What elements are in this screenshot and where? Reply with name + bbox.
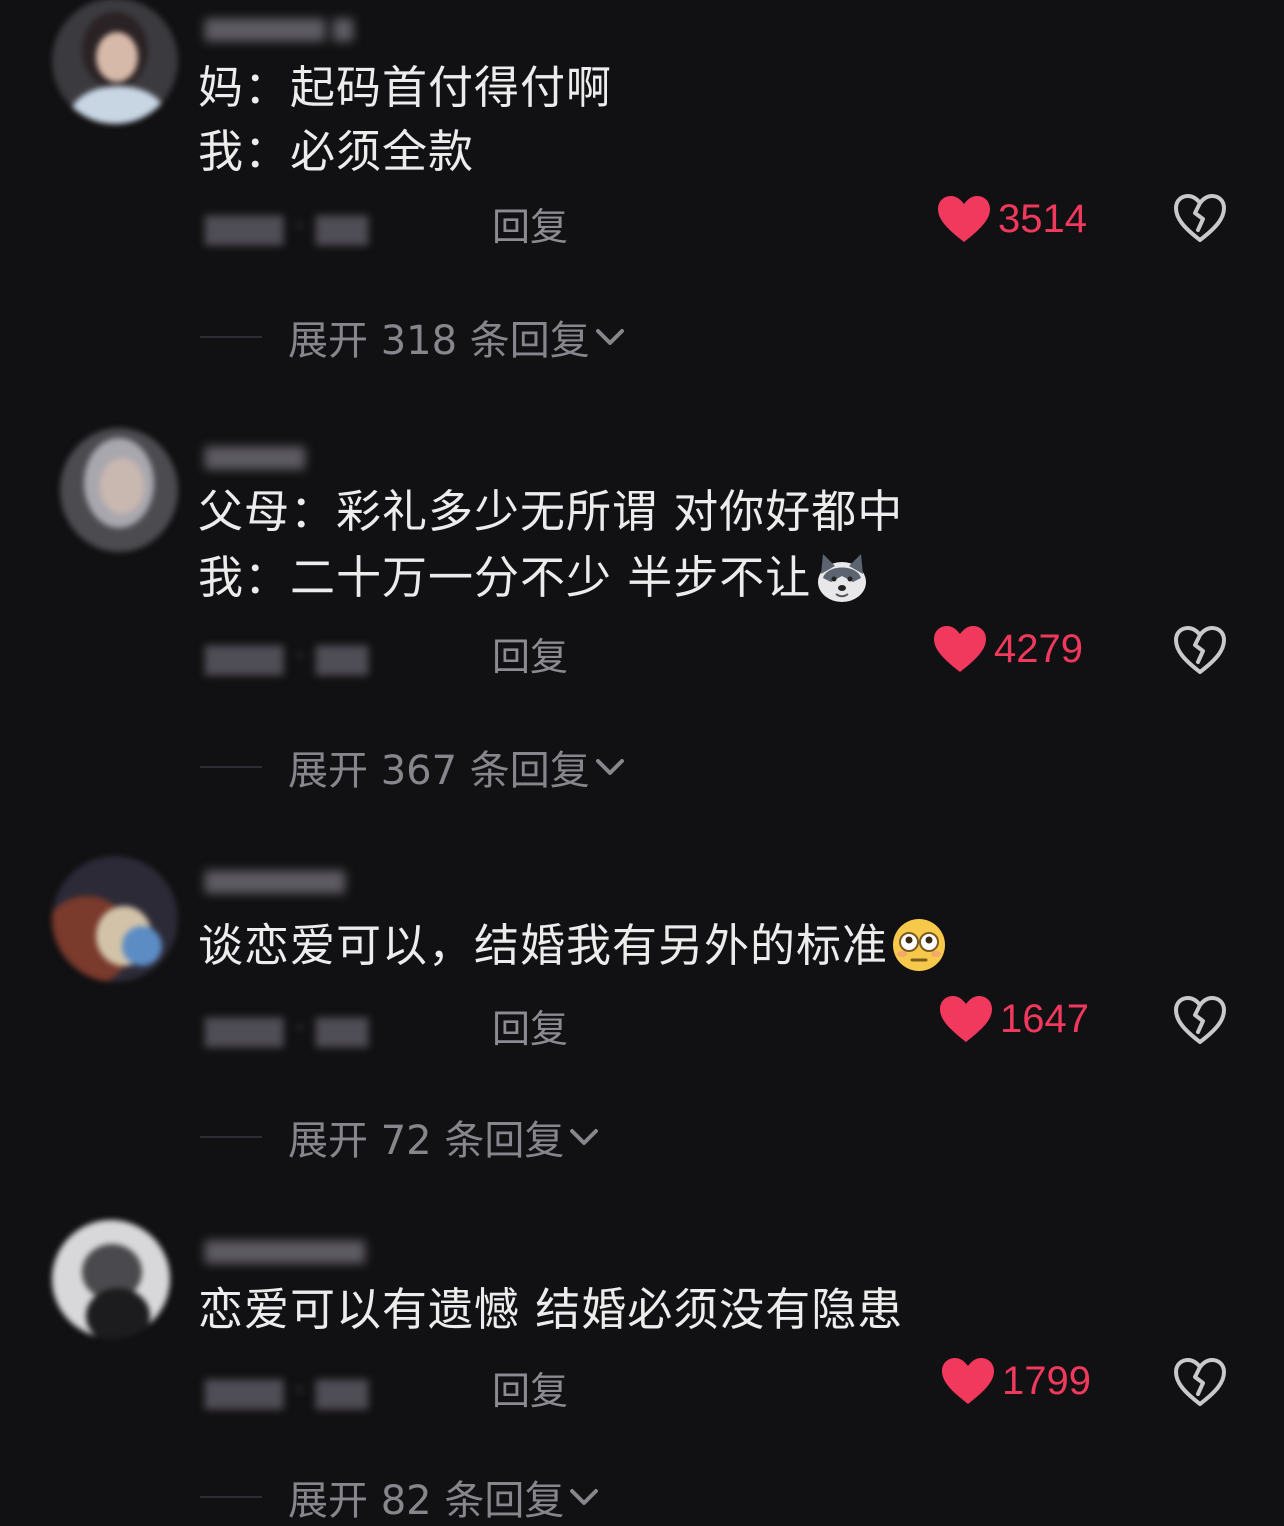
heart-icon: [934, 626, 986, 672]
comment-text-line-1: 谈恋爱可以，结婚我有另外的标准: [198, 918, 948, 978]
chevron-down-icon: [595, 759, 624, 775]
dog-face-icon: [818, 554, 867, 602]
comment-text: 我：二十万一分不少 半步不让: [198, 551, 812, 604]
username[interactable]: ▆▆▆▆▆: [205, 440, 305, 470]
chevron-down-icon: [595, 329, 624, 345]
flushed-face-icon: [893, 919, 946, 971]
expand-replies-button[interactable]: 展开 367 条回复: [200, 738, 628, 796]
like-count: 1799: [1002, 1358, 1091, 1403]
avatar[interactable]: [60, 428, 178, 552]
username[interactable]: ▆▆▆▆▆▆▆: [205, 864, 345, 894]
divider: [200, 1496, 262, 1498]
broken-heart-icon[interactable]: [1172, 1356, 1228, 1408]
comment-text-line-1: 妈：起码首付得付啊: [198, 61, 613, 114]
comment-text-line-2: 我：二十万一分不少 半步不让: [198, 550, 871, 610]
comment-text: 谈恋爱可以，结婚我有另外的标准: [198, 919, 889, 972]
expand-replies-label: 展开 318 条回复: [288, 318, 590, 364]
comment-text-line-1: 父母：彩礼多少无所谓 对你好都中: [198, 485, 904, 538]
reply-button[interactable]: 回复: [492, 1360, 568, 1415]
like-count: 4279: [994, 626, 1083, 671]
expand-replies-button[interactable]: 展开 318 条回复: [200, 308, 628, 366]
like-count: 3514: [998, 196, 1087, 241]
divider: [200, 336, 262, 338]
like-button[interactable]: 3514: [936, 194, 1087, 244]
reply-button[interactable]: 回复: [492, 196, 568, 251]
comment-time-location: ▆▆▆ · ▆▆: [205, 206, 369, 246]
broken-heart-icon[interactable]: [1172, 994, 1228, 1046]
comment-time-location: ▆▆▆ · ▆▆: [205, 1008, 369, 1048]
avatar[interactable]: [52, 856, 178, 982]
reply-button[interactable]: 回复: [492, 626, 568, 681]
expand-replies-button[interactable]: 展开 72 条回复: [200, 1108, 602, 1166]
comment-time-location: ▆▆▆ · ▆▆: [205, 636, 369, 676]
avatar[interactable]: [52, 0, 178, 124]
comment-time-location: ▆▆▆ · ▆▆: [205, 1370, 369, 1410]
expand-replies-button[interactable]: 展开 82 条回复: [200, 1468, 602, 1526]
comment-text-line-2: 我：必须全款: [198, 125, 475, 178]
avatar[interactable]: [52, 1220, 170, 1338]
divider: [200, 766, 262, 768]
heart-icon: [938, 196, 990, 242]
broken-heart-icon[interactable]: [1172, 624, 1228, 676]
broken-heart-icon[interactable]: [1172, 192, 1228, 244]
chevron-down-icon: [570, 1129, 599, 1145]
divider: [200, 1136, 262, 1138]
reply-button[interactable]: 回复: [492, 998, 568, 1053]
like-button[interactable]: 4279: [932, 624, 1083, 674]
comment-text-line-1: 恋爱可以有遗憾 结婚必须没有隐患: [198, 1283, 904, 1336]
chevron-down-icon: [570, 1489, 599, 1505]
username[interactable]: ▆▆▆▆▆▆ ▆: [205, 12, 353, 42]
like-count: 1647: [1000, 996, 1089, 1041]
expand-replies-label: 展开 367 条回复: [288, 748, 590, 794]
expand-replies-label: 展开 72 条回复: [288, 1118, 565, 1164]
like-button[interactable]: 1647: [938, 994, 1089, 1044]
heart-icon: [942, 1358, 994, 1404]
expand-replies-label: 展开 82 条回复: [288, 1478, 565, 1524]
like-button[interactable]: 1799: [940, 1356, 1091, 1406]
heart-icon: [940, 996, 992, 1042]
username[interactable]: ▆▆▆▆▆▆▆▆: [205, 1234, 365, 1264]
